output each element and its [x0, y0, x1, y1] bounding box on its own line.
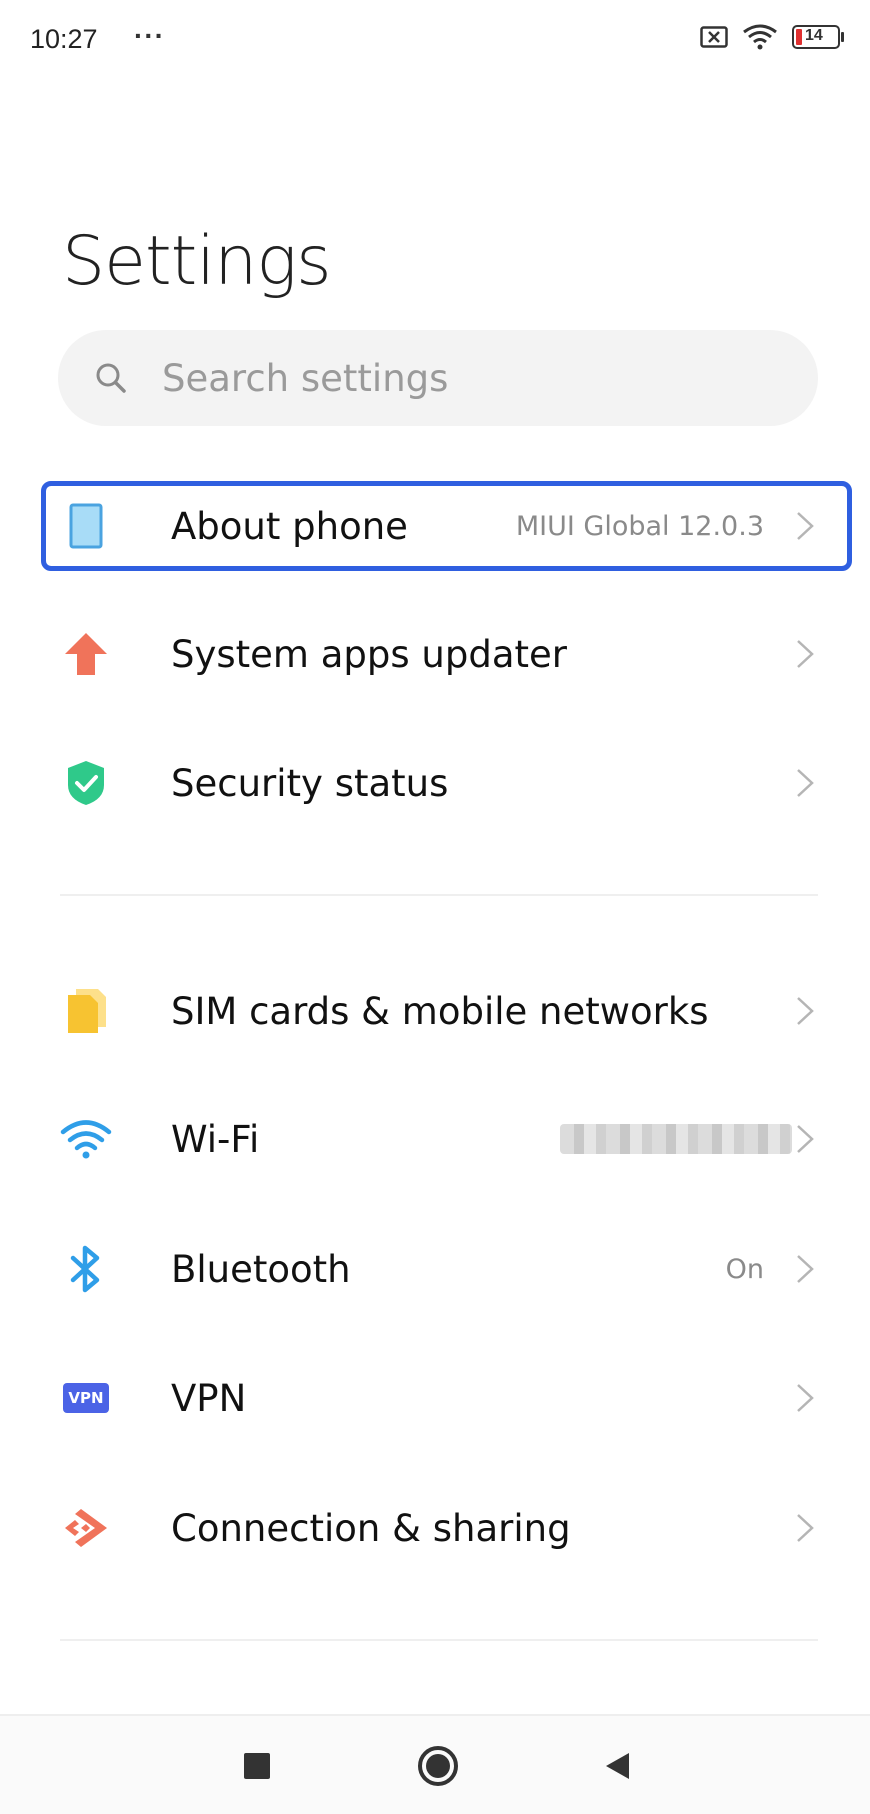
bluetooth-icon [58, 1241, 114, 1297]
up-arrow-icon [58, 626, 114, 682]
chevron-right-icon [797, 1514, 814, 1542]
search-icon [96, 363, 126, 393]
vpn-icon-text: VPN [68, 1389, 104, 1407]
settings-item-wifi[interactable]: Wi-Fi [0, 1084, 870, 1194]
sim-card-icon [58, 983, 114, 1039]
more-notifications-icon: ··· [134, 20, 165, 51]
settings-item-vpn[interactable]: VPN VPN [0, 1343, 870, 1453]
chevron-right-icon [797, 1384, 814, 1412]
chevron-right-icon [797, 1255, 814, 1283]
battery-icon: 14 [792, 25, 844, 49]
home-circle-icon[interactable] [410, 1738, 466, 1794]
settings-item-label: About phone [171, 504, 408, 548]
settings-item-security-status[interactable]: Security status [0, 728, 870, 838]
settings-item-label: Security status [171, 761, 449, 805]
phone-icon [58, 498, 114, 554]
back-triangle-icon[interactable] [589, 1738, 645, 1794]
settings-item-label: Connection & sharing [171, 1506, 571, 1550]
wifi-network-name-blurred [560, 1124, 792, 1154]
shield-check-icon [58, 755, 114, 811]
settings-item-label: SIM cards & mobile networks [171, 989, 709, 1033]
settings-item-bluetooth[interactable]: Bluetooth On [0, 1214, 870, 1324]
settings-item-label: Wi-Fi [171, 1117, 260, 1161]
chevron-right-icon [797, 640, 814, 668]
settings-item-label: Bluetooth [171, 1247, 351, 1291]
vpn-icon: VPN [58, 1370, 114, 1426]
status-time: 10:27 [30, 24, 98, 54]
status-icons: 14 [700, 24, 844, 50]
settings-item-label: VPN [171, 1376, 247, 1420]
settings-item-connection-sharing[interactable]: Connection & sharing [0, 1473, 870, 1583]
no-sim-icon [700, 26, 728, 48]
chevron-right-icon [797, 997, 814, 1025]
search-placeholder: Search settings [162, 356, 449, 400]
search-input[interactable]: Search settings [58, 330, 818, 426]
section-divider [60, 894, 818, 896]
battery-level: 14 [805, 27, 823, 44]
settings-item-value: On [725, 1253, 764, 1285]
chevron-right-icon [797, 512, 814, 540]
settings-item-sim-cards[interactable]: SIM cards & mobile networks [0, 956, 870, 1066]
wifi-status-icon [743, 24, 777, 50]
navigation-bar [0, 1714, 870, 1814]
status-bar: 10:27 ··· 14 [0, 0, 870, 80]
chevron-right-icon [797, 1125, 814, 1153]
section-divider [60, 1639, 818, 1641]
settings-item-label: System apps updater [171, 632, 567, 676]
settings-item-about-phone[interactable]: About phone MIUI Global 12.0.3 [0, 471, 870, 581]
settings-item-value: MIUI Global 12.0.3 [515, 510, 764, 542]
chevron-right-icon [797, 769, 814, 797]
settings-item-system-apps-updater[interactable]: System apps updater [0, 599, 870, 709]
connection-sharing-icon [58, 1500, 114, 1556]
page-title: Settings [62, 222, 332, 301]
wifi-icon [58, 1111, 114, 1167]
recents-square-icon[interactable] [229, 1738, 285, 1794]
